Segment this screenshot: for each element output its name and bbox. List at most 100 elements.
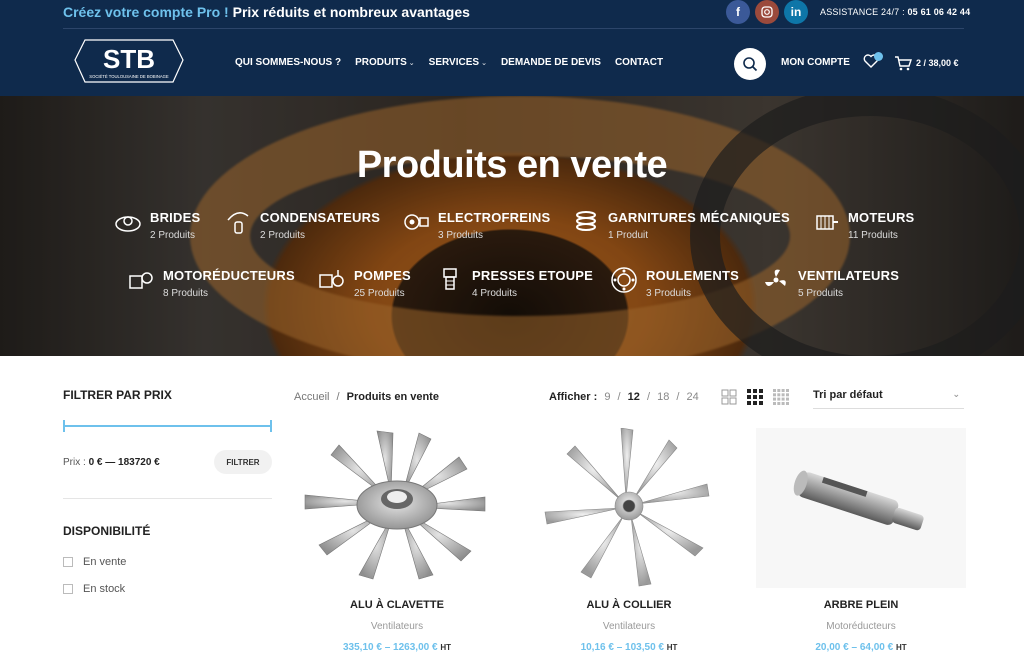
checkbox[interactable] (63, 557, 73, 567)
promo-text: Prix réduits et nombreux avantages (232, 4, 470, 20)
sort-select[interactable]: Tri par défaut ⌄ (813, 389, 964, 409)
logo-subtitle: SOCIÉTÉ TOULOUSAINE DE BOBINAGE (89, 74, 169, 79)
per-page-option-18[interactable]: 18 (657, 391, 669, 403)
product-image-fan-key[interactable] (292, 428, 502, 588)
availability-option-on-sale[interactable]: En vente (63, 556, 126, 568)
bearing-icon (611, 267, 637, 293)
nav-item-services[interactable]: SERVICES ⌄ (429, 57, 487, 68)
price-filter-title: FILTRER PAR PRIX (63, 388, 172, 402)
logo-text: STB (103, 44, 155, 74)
product-name[interactable]: ALU À COLLIER (524, 599, 734, 611)
category-name: POMPES (354, 268, 411, 283)
availability-option-in-stock[interactable]: En stock (63, 583, 125, 595)
per-page-option-12[interactable]: 12 (628, 391, 640, 403)
price-slider-min-handle[interactable] (63, 420, 65, 432)
product-card[interactable]: ALU À COLLIER Ventilateurs 10,16 € – 103… (524, 427, 734, 653)
fan-icon (765, 269, 786, 286)
product-category[interactable]: Ventilateurs (292, 621, 502, 632)
category-name: MOTEURS (848, 210, 915, 225)
breadcrumb-current: Produits en vente (346, 391, 439, 403)
checkbox[interactable] (63, 584, 73, 594)
motor-icon (816, 215, 838, 230)
search-button[interactable] (734, 48, 766, 80)
wishlist-badge (874, 52, 883, 61)
product-category[interactable]: Ventilateurs (524, 621, 734, 632)
category-count: 4 Produits (472, 288, 518, 299)
price-slider-track[interactable] (63, 425, 272, 427)
flange-icon (115, 216, 141, 232)
nav-item-products[interactable]: PRODUITS ⌄ (355, 57, 415, 68)
chevron-down-icon: ⌄ (952, 389, 960, 399)
assistance-info: ASSISTANCE 24/7 : 05 61 06 42 44 (820, 7, 970, 17)
nav-label: CONTACT (614, 57, 664, 68)
category-garnitures-mecaniques[interactable]: GARNITURES MÉCANIQUES 1 Produit (572, 210, 790, 241)
availability-option-label: En vente (83, 556, 127, 568)
product-image-solid-shaft[interactable] (756, 428, 966, 588)
price-min: 0 € (88, 457, 103, 468)
product-card[interactable]: ARBRE PLEIN Motoréducteurs 20,00 € – 64,… (756, 428, 966, 653)
nav-item-contact[interactable]: CONTACT (615, 57, 663, 68)
category-name: PRESSES ETOUPE (472, 268, 594, 283)
category-presses-etoupe[interactable]: PRESSES ETOUPE 4 Produits (436, 268, 593, 299)
linkedin-icon[interactable]: in (784, 0, 808, 24)
nav-label: SERVICES (428, 57, 480, 68)
product-card[interactable]: ALU À CLAVETTE Ventilateurs 335,10 € – 1… (292, 428, 502, 653)
category-condensateurs[interactable]: CONDENSATEURS 2 Produits (224, 210, 380, 241)
category-count: 3 Produits (646, 288, 692, 299)
cart-summary[interactable]: 2 / 38,00 € (916, 58, 959, 68)
nav-item-quote[interactable]: DEMANDE DE DEVIS (501, 57, 601, 68)
mechanical-seal-icon (576, 211, 596, 231)
main-header: STB SOCIÉTÉ TOULOUSAINE DE BOBINAGE QUI … (0, 28, 1024, 96)
gearmotor-icon (129, 272, 153, 289)
electrobrake-icon (404, 214, 429, 230)
stb-logo[interactable]: STB SOCIÉTÉ TOULOUSAINE DE BOBINAGE (73, 36, 185, 88)
assistance-phone[interactable]: 05 61 06 42 44 (907, 7, 970, 17)
product-price: 335,10 € – 1263,00 € HT (292, 642, 502, 653)
category-count: 2 Produits (260, 230, 306, 241)
breadcrumb-home[interactable]: Accueil (294, 391, 329, 403)
facebook-icon[interactable]: f (726, 0, 750, 24)
category-name: GARNITURES MÉCANIQUES (608, 210, 790, 225)
header-divider (63, 28, 964, 29)
product-price: 20,00 € – 64,00 € HT (756, 642, 966, 653)
cart-icon[interactable] (894, 55, 912, 71)
promo-banner[interactable]: Créez votre compte Pro ! Prix réduits et… (63, 4, 470, 20)
sort-selected-value: Tri par défaut (813, 389, 883, 401)
price-slider-max-handle[interactable] (270, 420, 272, 432)
category-brides[interactable]: BRIDES 2 Produits (114, 210, 200, 241)
product-category[interactable]: Motoréducteurs (756, 621, 966, 632)
product-price-tax-label: HT (440, 643, 451, 652)
category-moteurs[interactable]: MOTEURS 11 Produits (812, 210, 914, 241)
product-image-fan-collar[interactable] (524, 427, 734, 588)
category-pompes[interactable]: POMPES 25 Produits (318, 268, 411, 299)
grid-2-columns-icon[interactable] (721, 389, 737, 405)
promo-accent: Créez votre compte Pro ! (63, 4, 229, 20)
filter-button[interactable]: FILTRER (214, 450, 272, 474)
product-name[interactable]: ARBRE PLEIN (756, 599, 966, 611)
per-page-option-24[interactable]: 24 (687, 391, 699, 403)
category-count: 25 Produits (354, 288, 405, 299)
per-page-option-9[interactable]: 9 (604, 391, 610, 403)
my-account-link[interactable]: MON COMPTE (781, 57, 850, 68)
search-icon (743, 57, 758, 72)
page-title: Produits en vente (356, 144, 668, 186)
instagram-icon[interactable] (755, 0, 779, 24)
category-roulements[interactable]: ROULEMENTS 3 Produits (610, 267, 739, 299)
category-count: 5 Produits (798, 288, 844, 299)
cable-gland-icon (443, 268, 457, 290)
category-motoreducteurs[interactable]: MOTORÉDUCTEURS 8 Produits (127, 268, 295, 299)
sidebar-divider (63, 498, 272, 499)
nav-item-about[interactable]: QUI SOMMES-NOUS ? (235, 57, 341, 68)
product-price-range: 20,00 € – 64,00 € (815, 642, 894, 653)
grid-3-columns-icon[interactable] (747, 389, 763, 405)
per-page-label: Afficher : (549, 391, 598, 403)
category-electrofreins[interactable]: ELECTROFREINS 3 Produits (402, 210, 550, 241)
hero-banner: Produits en vente BRIDES 2 Produits CONDE… (0, 96, 1024, 356)
category-ventilateurs[interactable]: VENTILATEURS 5 Produits (762, 268, 899, 299)
chevron-down-icon: ⌄ (481, 59, 487, 67)
breadcrumb: Accueil / Produits en vente (294, 391, 439, 403)
grid-4-columns-icon[interactable] (773, 389, 789, 405)
product-name[interactable]: ALU À CLAVETTE (292, 599, 502, 611)
price-range-text: Prix : 0 € — 183720 € (63, 457, 160, 468)
availability-option-label: En stock (83, 583, 126, 595)
